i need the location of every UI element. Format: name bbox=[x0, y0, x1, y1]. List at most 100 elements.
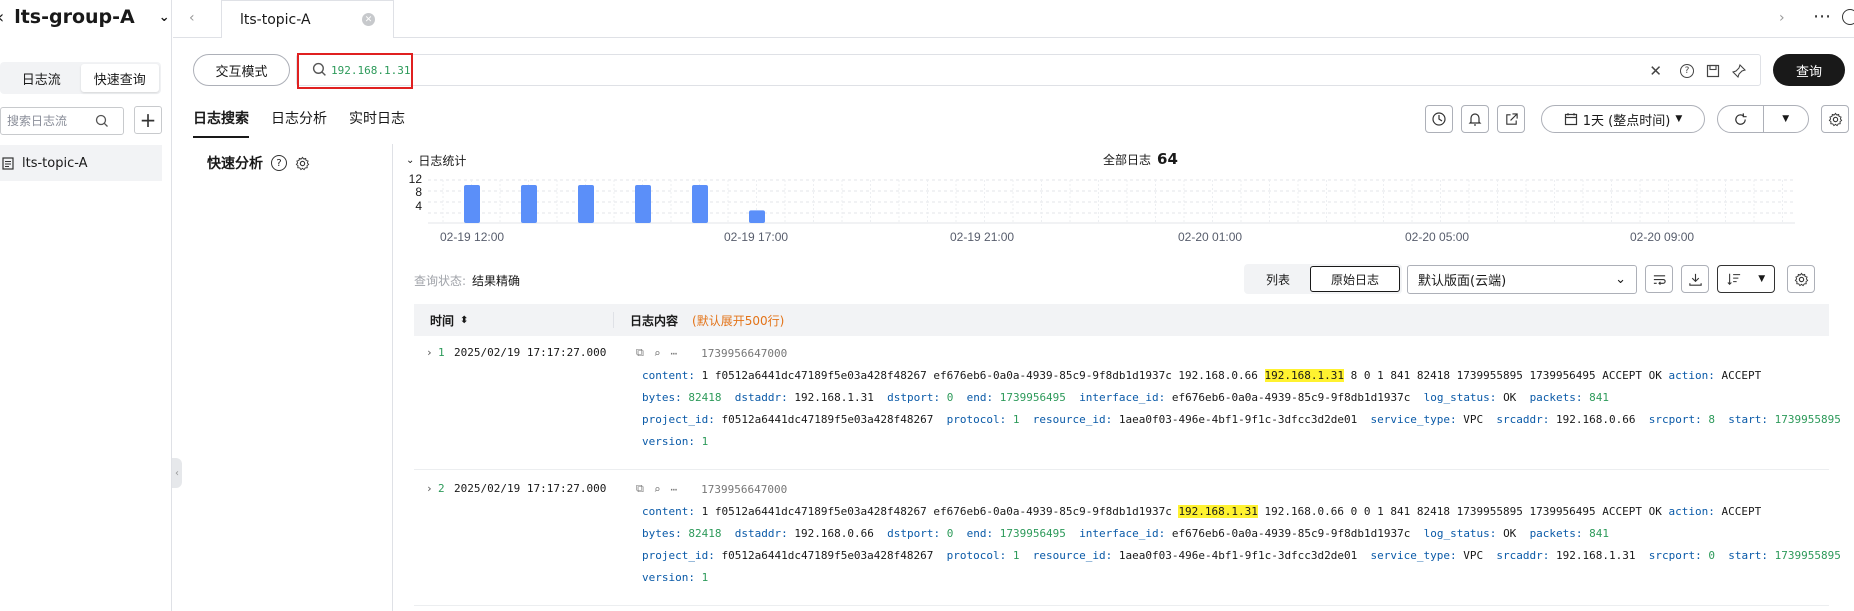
add-stream-button[interactable]: + bbox=[134, 106, 162, 134]
help-icon[interactable]: ? bbox=[271, 155, 287, 171]
copy-icon[interactable]: ⧉ bbox=[636, 346, 644, 360]
wrap-button[interactable] bbox=[1645, 265, 1673, 293]
field-value-end[interactable]: 1739956495 bbox=[1000, 391, 1066, 404]
field-value-project_id[interactable]: f0512a6441dc47189f5e03a428f48267 bbox=[721, 549, 933, 562]
tab-log-search[interactable]: 日志搜索 bbox=[193, 108, 249, 138]
tab-quick-query[interactable]: 快速查询 bbox=[80, 64, 159, 92]
content-post[interactable]: 8 0 1 841 82418 1739955895 1739956495 AC… bbox=[1351, 369, 1662, 382]
field-value-protocol[interactable]: 1 bbox=[1013, 549, 1020, 562]
field-value-packets[interactable]: 841 bbox=[1589, 391, 1609, 404]
pin-icon[interactable] bbox=[1732, 64, 1746, 78]
chevron-down-icon[interactable]: ⌄ bbox=[159, 10, 170, 25]
field-value-srcport[interactable]: 8 bbox=[1708, 413, 1715, 426]
histogram-bar[interactable] bbox=[635, 185, 651, 223]
more-icon[interactable]: ⋯ bbox=[1813, 6, 1832, 27]
close-icon[interactable]: ✕ bbox=[362, 13, 375, 26]
field-value-dstaddr[interactable]: 192.168.0.66 bbox=[794, 527, 873, 540]
log-group-header[interactable]: ‹ lts-group-A ⌄ bbox=[0, 6, 170, 28]
content-highlight[interactable]: 192.168.1.31 bbox=[1264, 369, 1345, 382]
field-value-srcaddr[interactable]: 192.168.1.31 bbox=[1556, 549, 1635, 562]
user-icon[interactable] bbox=[1842, 9, 1854, 25]
back-icon[interactable]: ‹ bbox=[0, 7, 4, 28]
column-time[interactable]: 时间 ⬍ bbox=[414, 312, 614, 328]
query-text[interactable]: 192.168.1.31 bbox=[331, 64, 410, 77]
refresh-button[interactable] bbox=[1718, 106, 1764, 132]
histogram-bar[interactable] bbox=[578, 185, 594, 223]
query-input[interactable]: 192.168.1.31 ✕ ? bbox=[296, 53, 1761, 89]
collapse-sidebar-handle[interactable]: ‹ bbox=[172, 458, 182, 488]
interactive-mode-button[interactable]: 交互模式 bbox=[193, 54, 290, 86]
layout-select[interactable]: 默认版面(云端) ⌄ bbox=[1407, 265, 1637, 294]
field-value-dstaddr[interactable]: 192.168.1.31 bbox=[794, 391, 873, 404]
field-value-project_id[interactable]: f0512a6441dc47189f5e03a428f48267 bbox=[721, 413, 933, 426]
context-view-icon[interactable]: ⌕ bbox=[654, 483, 661, 496]
field-value-srcport[interactable]: 0 bbox=[1708, 549, 1715, 562]
expand-icon[interactable]: › bbox=[426, 482, 438, 495]
field-value-interface_id[interactable]: ef676eb6-0a0a-4939-85c9-9f8db1d1937c bbox=[1172, 391, 1410, 404]
time-range-selector[interactable]: 1天 (整点时间) ▼ bbox=[1541, 105, 1705, 133]
chevron-right-icon[interactable]: › bbox=[1779, 10, 1785, 26]
chevron-left-icon[interactable]: ‹ bbox=[189, 10, 195, 26]
history-button[interactable] bbox=[1425, 105, 1453, 133]
total-label: 全部日志 bbox=[1103, 153, 1152, 167]
field-value-bytes[interactable]: 82418 bbox=[688, 527, 721, 540]
histogram-bar[interactable] bbox=[749, 210, 765, 223]
field-value-version[interactable]: 1 bbox=[702, 571, 709, 584]
settings-button[interactable] bbox=[1821, 105, 1849, 133]
content-pre[interactable]: 1 f0512a6441dc47189f5e03a428f48267 ef676… bbox=[702, 369, 1258, 382]
help-icon[interactable]: ? bbox=[1680, 64, 1694, 78]
gear-icon[interactable] bbox=[295, 156, 310, 171]
field-value-version[interactable]: 1 bbox=[702, 435, 709, 448]
field-value-start[interactable]: 1739955895 bbox=[1775, 413, 1841, 426]
save-icon[interactable] bbox=[1706, 64, 1720, 78]
field-value-start[interactable]: 1739955895 bbox=[1775, 549, 1841, 562]
field-value-action[interactable]: ACCEPT bbox=[1722, 369, 1762, 382]
field-value-packets[interactable]: 841 bbox=[1589, 527, 1609, 540]
display-settings-button[interactable] bbox=[1787, 265, 1815, 293]
field-value-dstport[interactable]: 0 bbox=[947, 527, 954, 540]
histogram-bar[interactable] bbox=[521, 185, 537, 223]
panel-divider[interactable] bbox=[392, 144, 393, 611]
alarm-button[interactable] bbox=[1461, 105, 1489, 133]
clear-icon[interactable]: ✕ bbox=[1649, 62, 1662, 80]
histogram-bar[interactable] bbox=[692, 185, 708, 223]
field-value-log_status[interactable]: OK bbox=[1503, 391, 1516, 404]
histogram-bar[interactable] bbox=[464, 185, 480, 223]
sidebar-item-stream[interactable]: lts-topic-A bbox=[0, 145, 162, 181]
sort-icon[interactable]: ⬍ bbox=[460, 315, 468, 326]
context-view-icon[interactable]: ⌕ bbox=[654, 347, 661, 360]
content-post[interactable]: 192.168.0.66 0 0 1 841 82418 1739955895 … bbox=[1265, 505, 1662, 518]
share-button[interactable] bbox=[1497, 105, 1525, 133]
search-icon[interactable] bbox=[95, 114, 109, 128]
tab-realtime-log[interactable]: 实时日志 bbox=[349, 108, 405, 138]
refresh-options-dropdown[interactable]: ▼ bbox=[1764, 106, 1809, 132]
stream-search-input[interactable] bbox=[7, 114, 95, 128]
view-mode-list[interactable]: 列表 bbox=[1246, 266, 1310, 292]
field-value-interface_id[interactable]: ef676eb6-0a0a-4939-85c9-9f8db1d1937c bbox=[1172, 527, 1410, 540]
sort-dropdown[interactable]: ▼ bbox=[1717, 265, 1775, 293]
copy-icon[interactable]: ⧉ bbox=[636, 482, 644, 496]
expand-icon[interactable]: › bbox=[426, 346, 438, 359]
view-mode-raw[interactable]: 原始日志 bbox=[1310, 266, 1401, 292]
field-value-dstport[interactable]: 0 bbox=[947, 391, 954, 404]
tab-lts-topic[interactable]: lts-topic-A ✕ bbox=[221, 0, 394, 38]
field-value-end[interactable]: 1739956495 bbox=[1000, 527, 1066, 540]
tab-log-analysis[interactable]: 日志分析 bbox=[271, 108, 327, 138]
field-value-log_status[interactable]: OK bbox=[1503, 527, 1516, 540]
field-value-resource_id[interactable]: 1aea0f03-496e-4bf1-9f1c-3dfcc3d2de01 bbox=[1119, 413, 1357, 426]
query-button[interactable]: 查询 bbox=[1773, 54, 1845, 86]
histogram-toggle[interactable]: ⌄ 日志统计 bbox=[406, 152, 466, 169]
content-pre[interactable]: 1 f0512a6441dc47189f5e03a428f48267 ef676… bbox=[702, 505, 1172, 518]
field-value-srcaddr[interactable]: 192.168.0.66 bbox=[1556, 413, 1635, 426]
field-value-service_type[interactable]: VPC bbox=[1463, 549, 1483, 562]
field-value-protocol[interactable]: 1 bbox=[1013, 413, 1020, 426]
field-value-bytes[interactable]: 82418 bbox=[688, 391, 721, 404]
tab-log-streams[interactable]: 日志流 bbox=[2, 64, 81, 92]
content-highlight[interactable]: 192.168.1.31 bbox=[1178, 505, 1258, 518]
field-value-resource_id[interactable]: 1aea0f03-496e-4bf1-9f1c-3dfcc3d2de01 bbox=[1119, 549, 1357, 562]
field-value-service_type[interactable]: VPC bbox=[1463, 413, 1483, 426]
download-button[interactable] bbox=[1681, 265, 1709, 293]
field-value-action[interactable]: ACCEPT bbox=[1722, 505, 1762, 518]
more-icon[interactable]: ⋯ bbox=[670, 347, 677, 360]
more-icon[interactable]: ⋯ bbox=[670, 483, 677, 496]
